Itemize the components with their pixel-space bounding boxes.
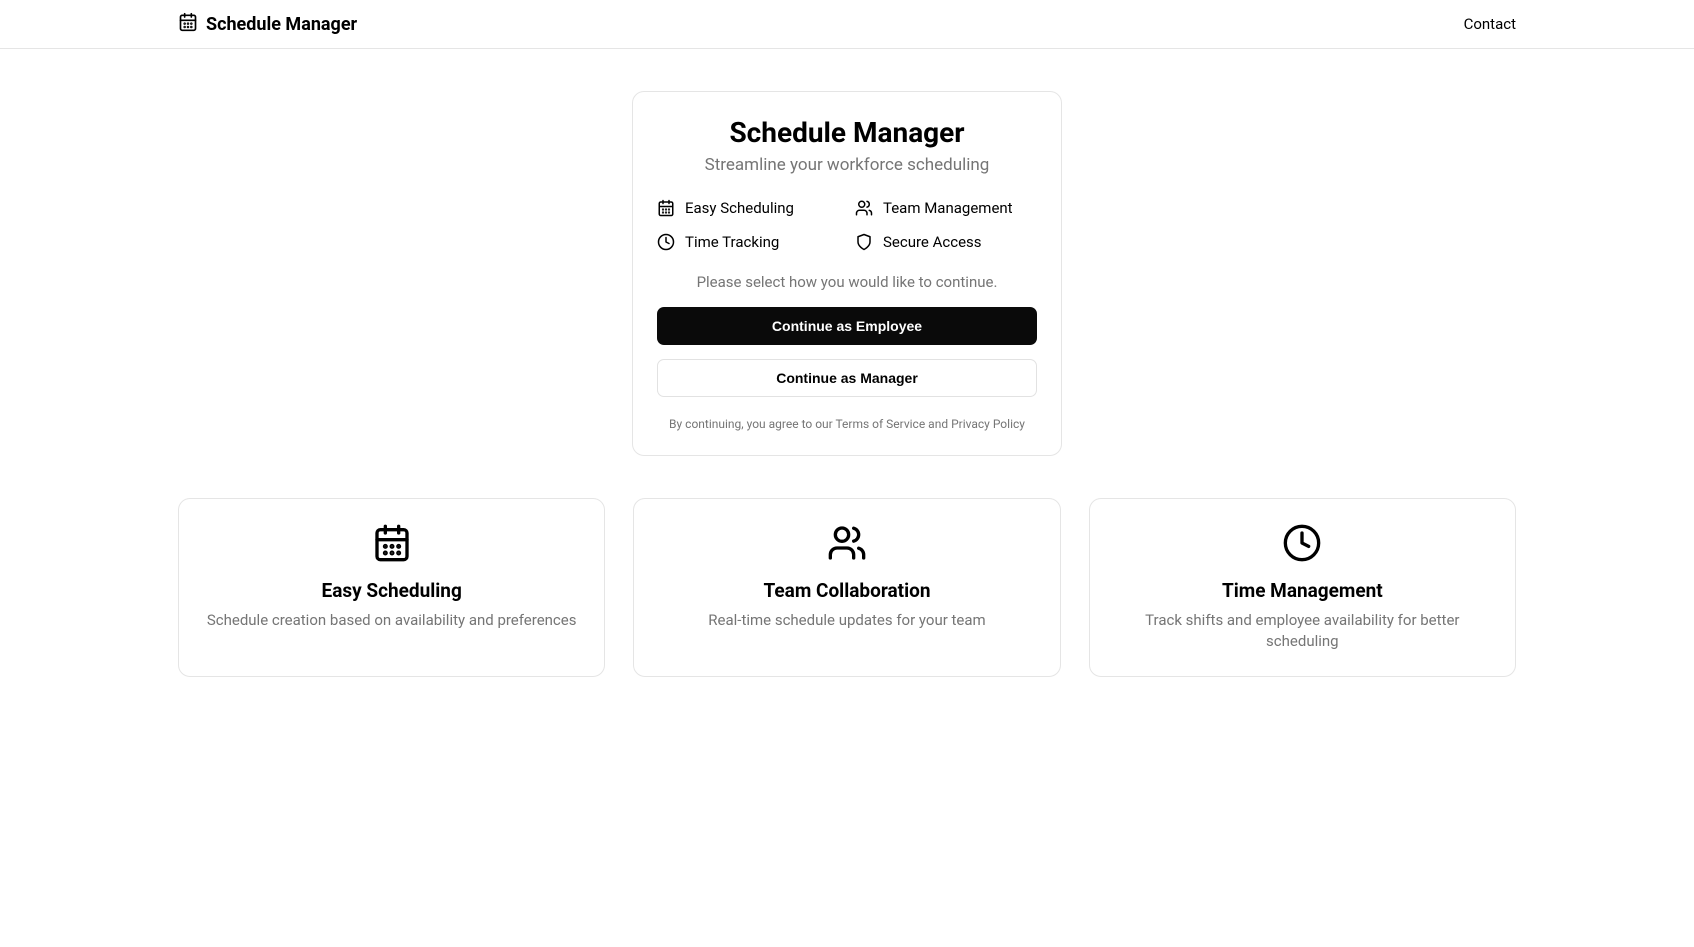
info-card-team-collaboration: Team Collaboration Real-time schedule up… — [633, 498, 1060, 677]
brand-group: Schedule Manager — [178, 12, 357, 36]
brand-text: Schedule Manager — [206, 14, 357, 35]
info-card-title: Team Collaboration — [658, 579, 1035, 602]
card-title: Schedule Manager — [657, 116, 1037, 149]
feature-easy-scheduling: Easy Scheduling — [657, 199, 839, 217]
feature-label: Team Management — [883, 199, 1013, 217]
continue-manager-button[interactable]: Continue as Manager — [657, 359, 1037, 397]
info-card-title: Time Management — [1114, 579, 1491, 602]
calendar-icon — [657, 199, 675, 217]
info-card-easy-scheduling: Easy Scheduling Schedule creation based … — [178, 498, 605, 677]
feature-label: Easy Scheduling — [685, 199, 794, 217]
card-subtitle: Streamline your workforce scheduling — [657, 155, 1037, 175]
info-card-desc: Real-time schedule updates for your team — [658, 610, 1035, 631]
users-icon — [658, 523, 1035, 563]
feature-secure-access: Secure Access — [855, 233, 1037, 251]
features-grid: Easy Scheduling Team Management Time Tra… — [657, 199, 1037, 251]
feature-label: Secure Access — [883, 233, 982, 251]
continue-prompt: Please select how you would like to cont… — [657, 273, 1037, 291]
clock-icon — [1114, 523, 1491, 563]
users-icon — [855, 199, 873, 217]
page-header: Schedule Manager Contact — [0, 0, 1694, 49]
contact-link[interactable]: Contact — [1464, 15, 1516, 33]
calendar-icon — [178, 12, 198, 36]
info-cards-row: Easy Scheduling Schedule creation based … — [178, 498, 1516, 677]
terms-text: By continuing, you agree to our Terms of… — [657, 417, 1037, 431]
feature-time-tracking: Time Tracking — [657, 233, 839, 251]
info-card-desc: Track shifts and employee availability f… — [1114, 610, 1491, 652]
shield-icon — [855, 233, 873, 251]
feature-label: Time Tracking — [685, 233, 779, 251]
info-card-title: Easy Scheduling — [203, 579, 580, 602]
main-content: Schedule Manager Streamline your workfor… — [0, 49, 1694, 719]
clock-icon — [657, 233, 675, 251]
info-card-desc: Schedule creation based on availability … — [203, 610, 580, 631]
feature-team-management: Team Management — [855, 199, 1037, 217]
calendar-icon — [203, 523, 580, 563]
auth-card: Schedule Manager Streamline your workfor… — [632, 91, 1062, 456]
info-card-time-management: Time Management Track shifts and employe… — [1089, 498, 1516, 677]
continue-employee-button[interactable]: Continue as Employee — [657, 307, 1037, 345]
